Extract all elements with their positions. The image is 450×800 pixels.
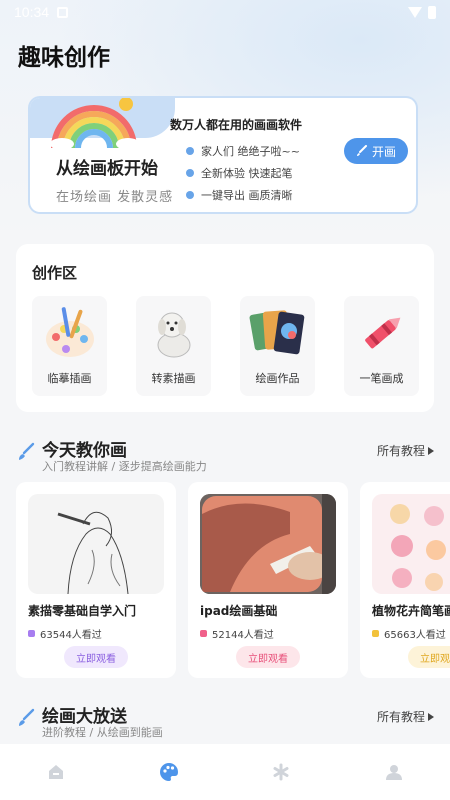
puppy-sketch-icon [144,304,204,362]
rainbow-icon [50,98,140,150]
lesson-views-text: 63544人看过 [40,630,102,641]
lesson-card[interactable]: 素描零基础自学入门 63544人看过 立即观看 [16,482,176,678]
tool-label: 临摹插画 [47,372,92,385]
tool-copy-illustration[interactable]: 临摹插画 [32,296,107,396]
tool-label: 一笔画成 [359,372,404,385]
start-drawing-label: 开画 [371,144,396,159]
tool-label: 转素描画 [151,372,196,385]
home-icon [49,765,64,779]
tool-to-sketch[interactable]: 转素描画 [136,296,211,396]
asterisk-icon [273,763,289,781]
feature-text: 全新体验 快速起笔 [201,167,293,180]
start-drawing-button[interactable]: 开画 [344,138,408,164]
bullet-icon [186,147,194,155]
all-tutorials-link[interactable]: 所有教程 [377,442,434,459]
wifi-icon [408,6,422,18]
lesson-views: 63544人看过 [28,626,102,641]
promo-banner-card: 数万人都在用的画画软件 从绘画板开始 在场绘画 发散灵感 家人们 绝绝子啦~~ … [30,98,416,212]
status-icons [408,5,436,19]
lesson-title: 素描零基础自学入门 [28,604,137,618]
banner-subtitle: 在场绘画 发散灵感 [56,190,174,205]
tool-artworks[interactable]: 绘画作品 [240,296,315,396]
lesson-thumbnail [372,494,450,594]
banner-title: 从绘画板开始 [56,159,158,179]
battery-icon [428,5,436,19]
watch-now-button[interactable]: 立即观看 [236,646,300,668]
all-tutorials-label: 所有教程 [376,444,425,458]
nav-discover[interactable] [251,752,311,792]
bullet-icon [186,169,194,177]
lesson-card[interactable]: 植物花卉简笔画 65663人看过 立即观看 [360,482,450,678]
promo-banner[interactable]: 数万人都在用的画画软件 从绘画板开始 在场绘画 发散灵感 家人们 绝绝子啦~~ … [28,96,418,214]
lesson-carousel[interactable]: 素描零基础自学入门 63544人看过 立即观看 ipad绘画基础 52144人看… [16,482,450,678]
lesson-views: 65663人看过 [372,626,446,641]
all-tutorials-label: 所有教程 [376,710,425,724]
feature-text: 家人们 绝绝子啦~~ [201,145,300,158]
feature-item: 全新体验 快速起笔 [186,162,300,184]
lesson-views-text: 52144人看过 [212,630,274,641]
lesson-thumbnail [28,494,164,594]
bullet-icon [186,191,194,199]
arrow-right-icon [428,446,434,455]
crayon-icon [352,304,412,362]
lesson-title: 植物花卉简笔画 [372,604,450,618]
feature-item: 家人们 绝绝子啦~~ [186,140,300,162]
status-time: 10:34 [14,4,50,20]
paint-brush-icon [19,708,35,726]
tool-label: 绘画作品 [255,372,300,385]
nav-create[interactable] [139,752,199,792]
creation-tools: 临摹插画 转素描画 绘画作品 一笔画成 [32,296,419,396]
brush-icon [356,145,367,156]
nav-home[interactable] [26,752,86,792]
lesson-card[interactable]: ipad绘画基础 52144人看过 立即观看 [188,482,348,678]
nav-profile[interactable] [364,752,424,792]
banner-heading: 数万人都在用的画画软件 [170,118,303,132]
feature-list: 家人们 绝绝子啦~~ 全新体验 快速起笔 一键导出 画质清晰 [186,140,300,206]
section-subtitle: 入门教程讲解 / 逐步提高绘画能力 [42,460,207,473]
today-section-header: 今天教你画 入门教程讲解 / 逐步提高绘画能力 所有教程 [16,436,434,476]
views-dot-icon [372,630,379,637]
feature-text: 一键导出 画质清晰 [201,189,293,202]
watch-now-button[interactable]: 立即观看 [64,646,128,668]
palette-icon [159,763,178,781]
tool-one-stroke[interactable]: 一笔画成 [344,296,419,396]
creation-zone-title: 创作区 [32,264,78,282]
notification-icon [57,6,69,18]
lesson-thumbnail [200,494,336,594]
artwork-cards-icon [248,304,308,362]
paint-brush-icon [19,442,35,460]
views-dot-icon [28,630,35,637]
status-bar: 10:34 [0,0,450,24]
page-title: 趣味创作 [18,45,110,71]
advanced-section-header: 绘画大放送 进阶教程 / 从绘画到能画 所有教程 [16,702,434,742]
lesson-views-text: 65663人看过 [384,630,446,641]
views-dot-icon [200,630,207,637]
palette-icon [40,304,100,362]
creation-zone: 创作区 临摹插画 转素描画 绘画作品 一笔画成 [16,244,434,412]
arrow-right-icon [428,712,434,721]
all-tutorials-link[interactable]: 所有教程 [377,708,434,725]
lesson-views: 52144人看过 [200,626,274,641]
lesson-title: ipad绘画基础 [200,604,278,618]
watch-now-button[interactable]: 立即观看 [408,646,450,668]
bottom-navigation [0,744,450,800]
feature-item: 一键导出 画质清晰 [186,184,300,206]
section-subtitle: 进阶教程 / 从绘画到能画 [42,726,163,739]
user-icon [385,765,402,780]
